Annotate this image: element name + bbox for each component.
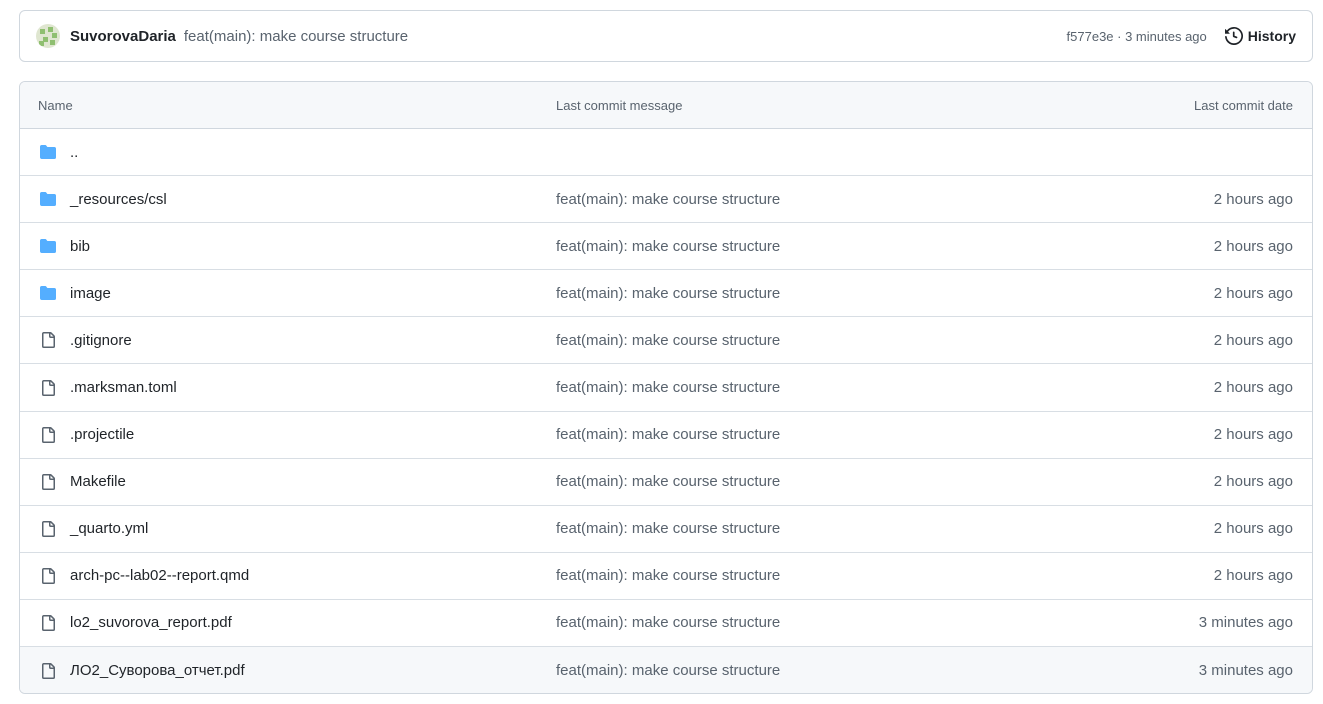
- file-name-cell: _resources/csl: [20, 190, 556, 208]
- header-commit-date: Last commit date: [1194, 97, 1293, 113]
- file-name-cell: image: [20, 284, 556, 302]
- file-name-link[interactable]: _quarto.yml: [70, 520, 148, 537]
- file-icon: [38, 426, 58, 444]
- commit-date-cell: 3 minutes ago: [1198, 662, 1293, 680]
- file-name-cell: ЛО2_Суворова_отчет.pdf: [20, 662, 556, 680]
- commit-message-link[interactable]: feat(main): make course structure: [556, 520, 780, 537]
- header-name: Name: [38, 97, 73, 113]
- file-icon: [38, 473, 58, 491]
- table-header: Name Last commit message Last commit dat…: [20, 82, 1312, 129]
- history-icon: [1224, 27, 1243, 45]
- commit-date-cell: 2 hours ago: [1213, 284, 1293, 302]
- table-body: .. _resources/csl feat(main): make course …: [20, 129, 1312, 693]
- folder-icon: [38, 284, 58, 302]
- commit-message-cell: feat(main): make course structure: [556, 614, 1076, 631]
- commit-date-cell: 2 hours ago: [1213, 473, 1293, 491]
- commit-message-cell: feat(main): make course structure: [556, 567, 1076, 584]
- folder-icon: [38, 143, 58, 161]
- commit-date-cell: 2 hours ago: [1213, 379, 1293, 397]
- history-label: History: [1247, 28, 1296, 44]
- file-name-cell: .gitignore: [20, 331, 556, 349]
- file-list-table: Name Last commit message Last commit dat…: [19, 81, 1313, 694]
- table-row[interactable]: .projectile feat(main): make course struc…: [20, 412, 1312, 459]
- file-name-link[interactable]: lo2_suvorova_report.pdf: [70, 614, 232, 631]
- commit-message-cell: feat(main): make course structure: [556, 473, 1076, 490]
- table-row[interactable]: .gitignore feat(main): make course struct…: [20, 317, 1312, 365]
- file-icon: [38, 614, 58, 632]
- table-row[interactable]: ..: [20, 129, 1312, 177]
- author-avatar[interactable]: [36, 24, 60, 48]
- file-name-cell: ..: [20, 143, 556, 161]
- commit-message-cell: feat(main): make course structure: [556, 662, 1076, 679]
- commit-message-cell: feat(main): make course structure: [556, 285, 1076, 302]
- file-name-link[interactable]: bib: [70, 238, 90, 255]
- commit-message-link[interactable]: feat(main): make course structure: [556, 426, 780, 443]
- file-name-link[interactable]: arch-pc--lab02--report.qmd: [70, 567, 249, 584]
- file-icon: [38, 567, 58, 585]
- commit-message-link[interactable]: feat(main): make course structure: [556, 191, 780, 208]
- file-name-link[interactable]: _resources/csl: [70, 191, 167, 208]
- commit-message-cell: feat(main): make course structure: [556, 426, 1076, 443]
- commit-date-cell: 2 hours ago: [1213, 237, 1293, 255]
- file-icon: [38, 331, 58, 349]
- file-name-cell: bib: [20, 237, 556, 255]
- commit-message-cell: feat(main): make course structure: [556, 520, 1076, 537]
- commit-message-cell: feat(main): make course structure: [556, 191, 1076, 208]
- table-row[interactable]: .marksman.toml feat(main): make course st…: [20, 364, 1312, 412]
- header-commit-message: Last commit message: [556, 97, 683, 113]
- file-name-cell: Makefile: [20, 473, 556, 491]
- file-name-cell: _quarto.yml: [20, 520, 556, 538]
- commit-message-link[interactable]: feat(main): make course structure: [556, 332, 780, 349]
- commit-message-link[interactable]: feat(main): make course structure: [556, 473, 780, 490]
- commit-sha-time[interactable]: f577e3e · 3 minutes ago: [1067, 29, 1207, 44]
- commit-message-link[interactable]: feat(main): make course structure: [556, 614, 780, 631]
- file-name-link[interactable]: image: [70, 285, 111, 302]
- file-name-link[interactable]: .gitignore: [70, 332, 132, 349]
- file-name-link[interactable]: .marksman.toml: [70, 379, 177, 396]
- folder-icon: [38, 237, 58, 255]
- latest-commit-bar: SuvorovaDaria feat(main): make course st…: [19, 10, 1313, 62]
- commit-date-cell: 3 minutes ago: [1198, 614, 1293, 632]
- file-name-cell: arch-pc--lab02--report.qmd: [20, 567, 556, 585]
- history-button[interactable]: History: [1224, 27, 1296, 45]
- commit-message-link[interactable]: feat(main): make course structure: [556, 379, 780, 396]
- commit-message-link[interactable]: feat(main): make course structure: [556, 285, 780, 302]
- commit-author-link[interactable]: SuvorovaDaria: [70, 28, 176, 45]
- table-row[interactable]: _quarto.yml feat(main): make course struc…: [20, 506, 1312, 553]
- table-row[interactable]: bib feat(main): make course structure 2 ho…: [20, 223, 1312, 271]
- file-name-link[interactable]: ..: [70, 144, 78, 161]
- commit-message-link[interactable]: feat(main): make course structure: [556, 238, 780, 255]
- commit-date-cell: 2 hours ago: [1213, 426, 1293, 444]
- file-name-cell: .projectile: [20, 426, 556, 444]
- latest-commit-message[interactable]: feat(main): make course structure: [184, 28, 408, 45]
- commit-message-link[interactable]: feat(main): make course structure: [556, 567, 780, 584]
- file-name-cell: .marksman.toml: [20, 379, 556, 397]
- table-row[interactable]: Makefile feat(main): make course structur…: [20, 459, 1312, 506]
- file-name-link[interactable]: .projectile: [70, 426, 134, 443]
- commit-message-link[interactable]: feat(main): make course structure: [556, 662, 780, 679]
- file-name-link[interactable]: Makefile: [70, 473, 126, 490]
- table-row[interactable]: ЛО2_Суворова_отчет.pdf feat(main): make c…: [20, 647, 1312, 693]
- commit-message-cell: feat(main): make course structure: [556, 379, 1076, 396]
- file-name-link[interactable]: ЛО2_Суворова_отчет.pdf: [70, 662, 245, 679]
- commit-date-cell: 2 hours ago: [1213, 331, 1293, 349]
- file-name-cell: lo2_suvorova_report.pdf: [20, 614, 556, 632]
- table-row[interactable]: _resources/csl feat(main): make course st…: [20, 176, 1312, 224]
- file-icon: [38, 379, 58, 397]
- table-row[interactable]: lo2_suvorova_report.pdf feat(main): make …: [20, 600, 1312, 648]
- commit-date-cell: 2 hours ago: [1213, 520, 1293, 538]
- table-row[interactable]: image feat(main): make course structure 2 …: [20, 270, 1312, 318]
- commit-date-cell: 2 hours ago: [1213, 567, 1293, 585]
- folder-icon: [38, 190, 58, 208]
- commit-date-cell: 2 hours ago: [1213, 190, 1293, 208]
- file-icon: [38, 520, 58, 538]
- table-row[interactable]: arch-pc--lab02--report.qmd feat(main): ma…: [20, 553, 1312, 600]
- file-icon: [38, 662, 58, 680]
- commit-message-cell: feat(main): make course structure: [556, 332, 1076, 349]
- commit-message-cell: feat(main): make course structure: [556, 238, 1076, 255]
